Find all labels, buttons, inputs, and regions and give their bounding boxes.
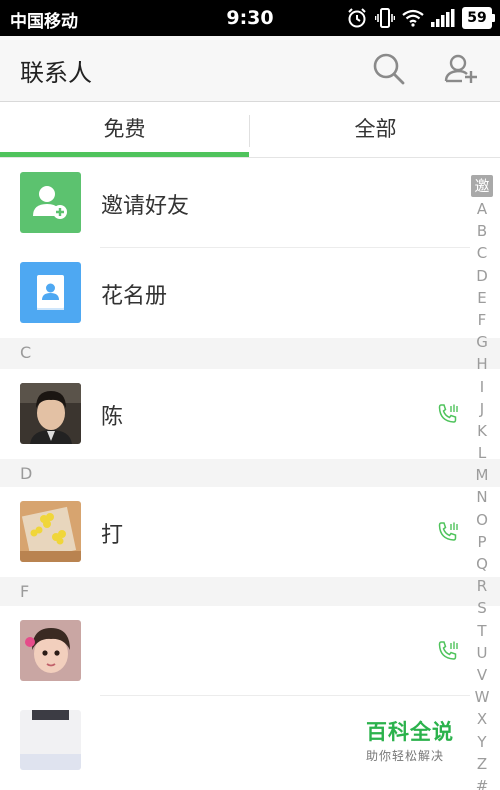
- roster-label: 花名册: [101, 284, 168, 309]
- alpha-index-letter[interactable]: R: [471, 575, 493, 597]
- tab-bar: 免费 全部: [0, 103, 500, 158]
- invite-friends-label: 邀请好友: [101, 194, 190, 219]
- alpha-index-letter[interactable]: M: [471, 464, 493, 486]
- alarm-icon: [348, 8, 366, 28]
- watermark-logo: 百科全说 助你轻松解决: [366, 716, 466, 764]
- page-title: 联系人: [20, 59, 92, 87]
- address-book-icon: [37, 275, 64, 310]
- alpha-index-letter[interactable]: P: [471, 531, 493, 553]
- contact-row[interactable]: 陈: [0, 369, 500, 459]
- contact-name: 陈: [101, 405, 124, 430]
- phone-call-icon[interactable]: [436, 402, 460, 426]
- contact-row[interactable]: 打: [0, 487, 500, 577]
- app-header: 联系人: [0, 36, 500, 102]
- alpha-index-letter[interactable]: E: [471, 287, 493, 309]
- watermark-subtitle: 助你轻松解决: [366, 749, 445, 763]
- alpha-index-letter[interactable]: I: [471, 376, 493, 398]
- status-bar: 中国移动 9:30 59: [0, 0, 500, 36]
- alpha-index-letter[interactable]: J: [471, 398, 493, 420]
- alpha-index-letter[interactable]: W: [471, 686, 493, 708]
- contact-avatar-photo: [20, 710, 81, 770]
- alpha-index-letter[interactable]: S: [471, 597, 493, 619]
- wifi-icon: [402, 9, 424, 27]
- section-header-f: F: [0, 577, 500, 608]
- alpha-index-letter[interactable]: B: [471, 220, 493, 242]
- child-portrait-photo: [20, 620, 81, 681]
- vibrate-icon: [375, 8, 395, 28]
- section-letter: D: [20, 464, 33, 483]
- contact-row[interactable]: [0, 606, 500, 696]
- alpha-index-letter[interactable]: V: [471, 664, 493, 686]
- alphabet-index[interactable]: 邀 A B C D E F G H I J K L M N O P Q R S …: [471, 175, 493, 790]
- watermark-title: 百科全说: [366, 720, 454, 744]
- alpha-index-letter[interactable]: L: [471, 442, 493, 464]
- tab-free[interactable]: 免费: [0, 103, 249, 158]
- alpha-index-letter[interactable]: T: [471, 620, 493, 642]
- alpha-index-letter[interactable]: A: [471, 198, 493, 220]
- roster-row[interactable]: 花名册: [0, 248, 500, 338]
- tab-selected-indicator: [0, 152, 249, 157]
- contact-avatar-photo: [20, 501, 81, 562]
- alpha-index-letter[interactable]: Q: [471, 553, 493, 575]
- alpha-index-letter[interactable]: N: [471, 486, 493, 508]
- contact-name: 打: [101, 523, 124, 548]
- man-portrait-photo: [20, 383, 81, 444]
- section-header-d: D: [0, 459, 500, 490]
- add-person-icon: [33, 186, 67, 219]
- alpha-index-letter[interactable]: Y: [471, 731, 493, 753]
- section-header-c: C: [0, 338, 500, 369]
- alpha-index-letter[interactable]: G: [471, 331, 493, 353]
- alpha-index-letter[interactable]: X: [471, 708, 493, 730]
- tab-all[interactable]: 全部: [251, 103, 500, 158]
- status-icons: 59: [346, 6, 495, 30]
- alpha-index-invite[interactable]: 邀: [471, 175, 493, 197]
- alpha-index-letter[interactable]: C: [471, 242, 493, 264]
- alpha-index-letter[interactable]: #: [471, 775, 493, 790]
- phone-call-icon[interactable]: [436, 520, 460, 544]
- roster-tile: [20, 262, 81, 323]
- add-contact-button[interactable]: [440, 48, 482, 90]
- section-letter: F: [20, 582, 30, 601]
- phone-call-icon[interactable]: [436, 639, 460, 663]
- tab-divider: [249, 115, 250, 147]
- yellow-flowers-photo: [20, 501, 81, 562]
- search-icon: [373, 53, 405, 85]
- alpha-index-letter[interactable]: U: [471, 642, 493, 664]
- alpha-index-letter[interactable]: D: [471, 265, 493, 287]
- contact-list[interactable]: 邀请好友 花名册 C 陈 D 打 F: [0, 158, 500, 790]
- alpha-index-letter[interactable]: F: [471, 309, 493, 331]
- invite-friends-row[interactable]: 邀请好友: [0, 158, 500, 248]
- add-person-icon: [444, 54, 477, 83]
- contact-avatar-photo: [20, 383, 81, 444]
- alpha-index-letter[interactable]: K: [471, 420, 493, 442]
- invite-tile: [20, 172, 81, 233]
- section-letter: C: [20, 343, 32, 362]
- battery-indicator: 59: [462, 7, 495, 29]
- contact-avatar-photo: [20, 620, 81, 681]
- partial-portrait-photo: [20, 710, 81, 770]
- signal-icon: [431, 9, 455, 27]
- alpha-index-letter[interactable]: Z: [471, 753, 493, 775]
- alpha-index-letter[interactable]: H: [471, 353, 493, 375]
- search-button[interactable]: [368, 48, 410, 90]
- alpha-index-letter[interactable]: O: [471, 509, 493, 531]
